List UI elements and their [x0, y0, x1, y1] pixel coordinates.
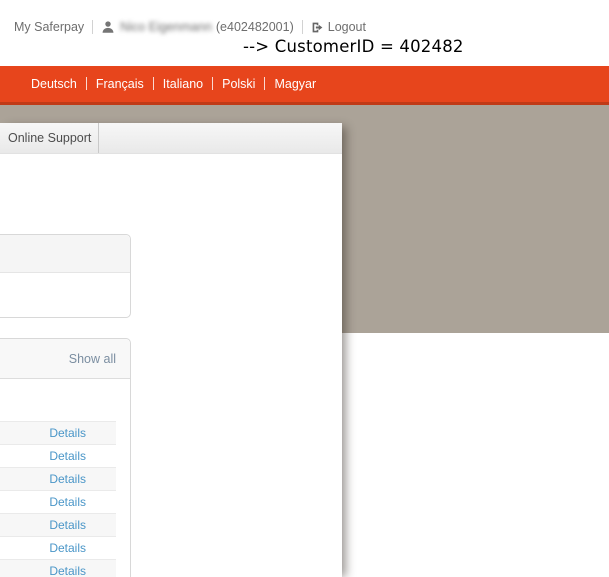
transactions-table: Details Details Details Details Details … — [0, 421, 116, 577]
details-link[interactable]: Details — [49, 518, 86, 532]
info-card — [0, 234, 131, 318]
transactions-card: Show all Details Details Details Details… — [0, 338, 131, 577]
details-link[interactable]: Details — [49, 564, 86, 577]
user-icon — [101, 20, 115, 34]
language-bar: Deutsch Français Italiano Polski Magyar — [0, 66, 609, 105]
language-link-polski[interactable]: Polski — [222, 77, 255, 91]
details-link[interactable]: Details — [49, 495, 86, 509]
language-link-francais[interactable]: Français — [96, 77, 144, 91]
top-bar-row: My Saferpay Nico Eigenmann (e402482001) … — [14, 18, 366, 36]
user-name: Nico Eigenmann — [120, 20, 212, 34]
separator — [153, 77, 154, 90]
language-link-magyar[interactable]: Magyar — [274, 77, 316, 91]
separator — [302, 20, 303, 34]
separator — [92, 20, 93, 34]
tab-bar: Online Support — [0, 123, 342, 154]
separator — [86, 77, 87, 90]
my-saferpay-link[interactable]: My Saferpay — [14, 20, 84, 34]
language-links: Deutsch Français Italiano Polski Magyar — [31, 75, 316, 92]
details-link[interactable]: Details — [49, 426, 86, 440]
tab-online-support[interactable]: Online Support — [8, 123, 91, 154]
transactions-card-header: Show all — [0, 339, 130, 379]
table-row: Details — [0, 536, 116, 559]
separator — [212, 77, 213, 90]
main-content-panel: Online Support Show all Details Details … — [0, 123, 342, 577]
details-link[interactable]: Details — [49, 472, 86, 486]
table-row: Details — [0, 444, 116, 467]
details-link[interactable]: Details — [49, 541, 86, 555]
language-link-deutsch[interactable]: Deutsch — [31, 77, 77, 91]
table-row: Details — [0, 490, 116, 513]
table-row: Details — [0, 421, 116, 444]
user-account-id: (e402482001) — [216, 20, 294, 34]
top-bar: My Saferpay Nico Eigenmann (e402482001) … — [0, 0, 609, 66]
info-card-header — [0, 235, 130, 273]
table-row: Details — [0, 513, 116, 536]
saferpay-backoffice-screen: My Saferpay Nico Eigenmann (e402482001) … — [0, 0, 609, 577]
separator — [264, 77, 265, 90]
details-link[interactable]: Details — [49, 449, 86, 463]
logout-link[interactable]: Logout — [328, 20, 366, 34]
show-all-link[interactable]: Show all — [69, 352, 116, 366]
tab-divider — [98, 123, 99, 153]
table-row: Details — [0, 559, 116, 577]
table-row: Details — [0, 467, 116, 490]
language-link-italiano[interactable]: Italiano — [163, 77, 203, 91]
customer-id-annotation: --> CustomerID = 402482 — [243, 37, 464, 56]
logout-icon — [311, 21, 324, 34]
